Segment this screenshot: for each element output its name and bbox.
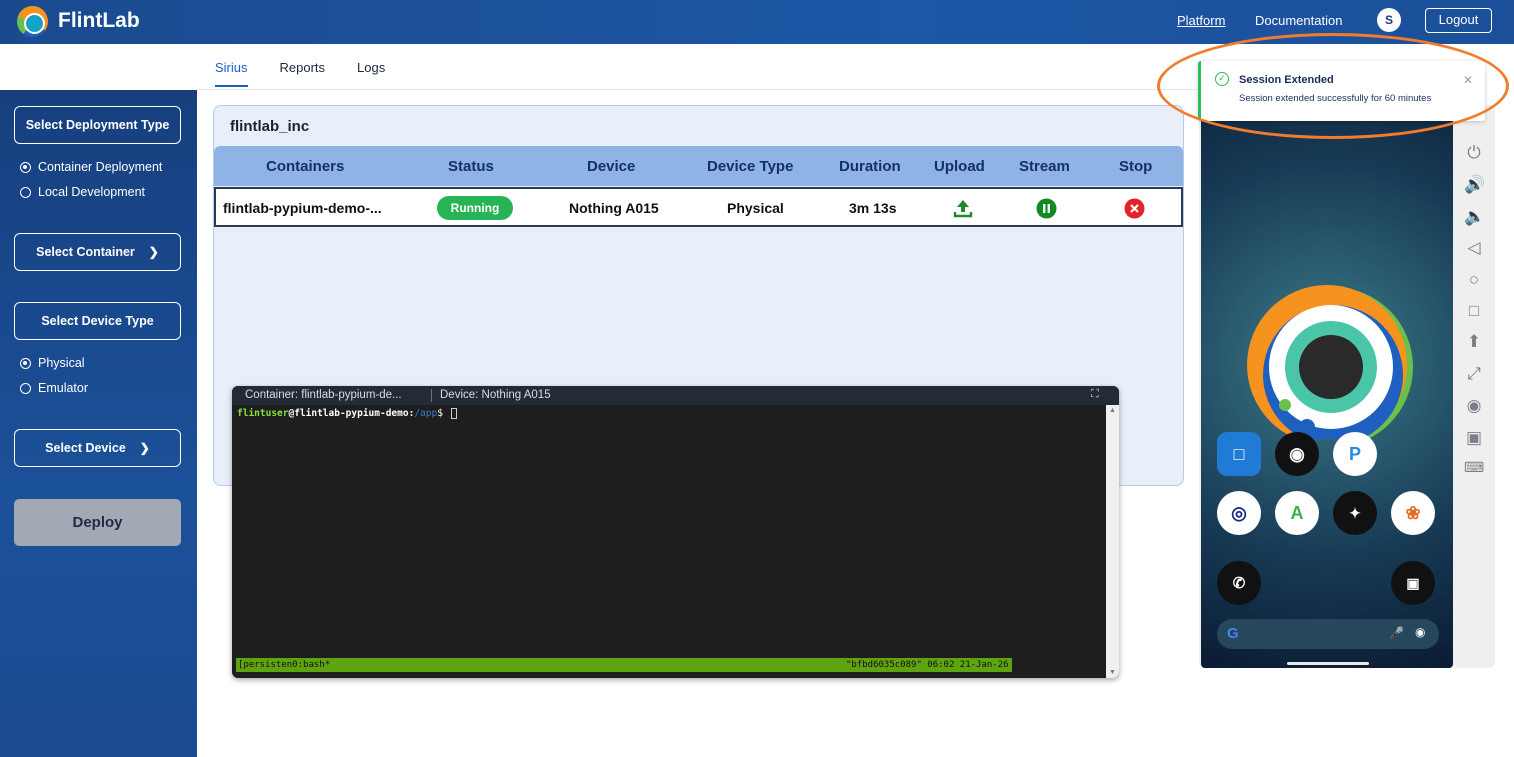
app-spiral-icon[interactable]: ◎ bbox=[1217, 491, 1261, 535]
status-badge: Running bbox=[437, 196, 513, 220]
select-device-type-button[interactable]: Select Device Type bbox=[14, 302, 181, 340]
device-type: Physical bbox=[727, 200, 784, 216]
radio-label: Physical bbox=[38, 356, 85, 370]
terminal-header: Container: flintlab-pypium-de... Device:… bbox=[232, 386, 1119, 405]
radio-label: Container Deployment bbox=[38, 160, 163, 174]
duration: 3m 13s bbox=[849, 200, 897, 216]
brand-name: FlintLab bbox=[58, 9, 140, 32]
keyboard-icon[interactable]: ⌨ bbox=[1464, 459, 1484, 476]
volume-down-icon[interactable]: 🔈 bbox=[1464, 207, 1485, 227]
overview-icon[interactable]: □ bbox=[1464, 301, 1484, 321]
main-tabs: Sirius Reports Logs bbox=[215, 60, 417, 87]
prompt-path: /app bbox=[414, 408, 438, 419]
logout-button[interactable]: Logout bbox=[1425, 8, 1492, 33]
radio-label: Local Development bbox=[38, 185, 146, 199]
container-name: flintlab-pypium-demo-... bbox=[223, 200, 382, 216]
flintlab-wallpaper-logo-icon bbox=[1247, 285, 1413, 439]
column-header-status: Status bbox=[448, 158, 494, 175]
device-screen[interactable]: □ ◉ P ◎ A ✦ ❀ ✆ ▣ G 🎤 ◉ bbox=[1201, 107, 1453, 668]
user-avatar[interactable]: S bbox=[1377, 8, 1401, 32]
radio-physical[interactable]: Physical bbox=[20, 356, 85, 370]
upload-icon[interactable] bbox=[952, 197, 974, 219]
google-search-bar[interactable]: G 🎤 ◉ bbox=[1217, 619, 1439, 649]
nav-link-documentation[interactable]: Documentation bbox=[1255, 13, 1342, 28]
volume-up-icon[interactable]: 🔊 bbox=[1464, 175, 1485, 195]
tab-sirius[interactable]: Sirius bbox=[215, 60, 248, 87]
expand-icon[interactable]: ⤢ bbox=[1464, 364, 1484, 384]
tmux-status-bar: [persisten0:bash* "bfbd6035c089" 06:02 2… bbox=[236, 658, 1012, 672]
radio-selected-icon bbox=[20, 357, 31, 369]
app-camera-icon[interactable]: ◉ bbox=[1275, 432, 1319, 476]
column-header-containers: Containers bbox=[266, 158, 345, 175]
lens-icon[interactable]: ◉ bbox=[1415, 625, 1425, 639]
app-a-icon[interactable]: A bbox=[1275, 491, 1319, 535]
dropdown-label: Select Container bbox=[36, 245, 135, 259]
app-p-icon[interactable]: P bbox=[1333, 432, 1377, 476]
terminal-scrollbar[interactable]: ▲ ▼ bbox=[1106, 405, 1119, 678]
status-host-time: "bfbd6035c089" 06:02 21-Jan-26 bbox=[846, 660, 1009, 670]
select-container-dropdown[interactable]: Select Container ❯ bbox=[14, 233, 181, 271]
radio-container-deployment[interactable]: Container Deployment bbox=[20, 160, 162, 174]
column-header-device: Device bbox=[587, 158, 636, 175]
column-header-stream: Stream bbox=[1019, 158, 1070, 175]
terminal-device-label: Device: Nothing A015 bbox=[440, 389, 551, 401]
chevron-down-icon: ❯ bbox=[148, 245, 159, 259]
terminal-output[interactable]: flintuser@flintlab-pypium-demo:/app$ bbox=[237, 408, 457, 419]
app-sparkle-icon[interactable]: ✦ bbox=[1333, 491, 1377, 535]
org-name: flintlab_inc bbox=[230, 118, 310, 135]
column-header-upload: Upload bbox=[934, 158, 985, 175]
select-deployment-type-button[interactable]: Select Deployment Type bbox=[14, 106, 181, 144]
flintlab-logo-icon bbox=[17, 6, 48, 37]
prompt-host: @flintlab-pypium-demo: bbox=[288, 408, 415, 419]
prompt-suffix: $ bbox=[437, 408, 449, 419]
stop-icon[interactable] bbox=[1124, 198, 1145, 219]
scroll-down-icon[interactable]: ▼ bbox=[1109, 669, 1116, 676]
microphone-icon[interactable]: 🎤 bbox=[1389, 626, 1404, 640]
header-divider bbox=[431, 389, 432, 402]
phone-dialer-icon[interactable]: ✆ bbox=[1217, 561, 1261, 605]
pause-stream-icon[interactable] bbox=[1036, 198, 1057, 219]
screenshot-camera-icon[interactable]: ▣ bbox=[1464, 428, 1484, 448]
tab-logs[interactable]: Logs bbox=[357, 60, 385, 87]
nav-link-platform[interactable]: Platform bbox=[1177, 13, 1225, 28]
app-photos-icon[interactable]: ❀ bbox=[1391, 491, 1435, 535]
column-header-duration: Duration bbox=[839, 158, 901, 175]
tab-reports[interactable]: Reports bbox=[280, 60, 326, 87]
app-square-icon[interactable]: □ bbox=[1217, 432, 1261, 476]
highlight-annotation-ring bbox=[1157, 33, 1509, 139]
app-camera-shortcut-icon[interactable]: ▣ bbox=[1391, 561, 1435, 605]
power-icon[interactable]: ⏻ bbox=[1464, 143, 1484, 163]
gesture-home-bar[interactable] bbox=[1287, 662, 1369, 665]
scroll-up-icon[interactable]: ▲ bbox=[1109, 407, 1116, 414]
terminal-container-label: Container: flintlab-pypium-de... bbox=[245, 389, 402, 401]
radio-unselected-icon bbox=[20, 382, 31, 394]
status-session: [persisten0:bash* bbox=[238, 660, 331, 670]
terminal-cursor bbox=[450, 408, 457, 419]
fullscreen-icon[interactable]: ⛶ bbox=[1091, 388, 1099, 401]
record-icon[interactable]: ◉ bbox=[1464, 396, 1484, 416]
dropdown-label: Select Device bbox=[45, 441, 126, 455]
tabs-divider bbox=[197, 89, 1197, 90]
terminal-window[interactable]: Container: flintlab-pypium-de... Device:… bbox=[232, 386, 1119, 678]
radio-label: Emulator bbox=[38, 381, 89, 395]
radio-unselected-icon bbox=[20, 186, 31, 198]
select-device-dropdown[interactable]: Select Device ❯ bbox=[14, 429, 181, 467]
sidebar: Select Deployment Type Container Deploym… bbox=[0, 90, 197, 757]
chevron-down-icon: ❯ bbox=[139, 441, 150, 455]
device-name: Nothing A015 bbox=[569, 200, 659, 216]
prompt-user: flintuser bbox=[237, 408, 289, 419]
home-icon[interactable]: ○ bbox=[1464, 270, 1484, 290]
google-logo-icon: G bbox=[1227, 625, 1239, 642]
column-header-device-type: Device Type bbox=[707, 158, 794, 175]
table-row[interactable]: flintlab-pypium-demo-... Running Nothing… bbox=[214, 187, 1183, 227]
deploy-button[interactable]: Deploy bbox=[14, 499, 181, 546]
column-header-stop: Stop bbox=[1119, 158, 1153, 175]
radio-selected-icon bbox=[20, 161, 31, 173]
upload-file-icon[interactable]: ⬆ bbox=[1464, 332, 1484, 352]
radio-local-development[interactable]: Local Development bbox=[20, 185, 145, 199]
back-icon[interactable]: ◁ bbox=[1464, 238, 1484, 258]
radio-emulator[interactable]: Emulator bbox=[20, 381, 88, 395]
table-header: Containers Status Device Device Type Dur… bbox=[214, 146, 1183, 186]
